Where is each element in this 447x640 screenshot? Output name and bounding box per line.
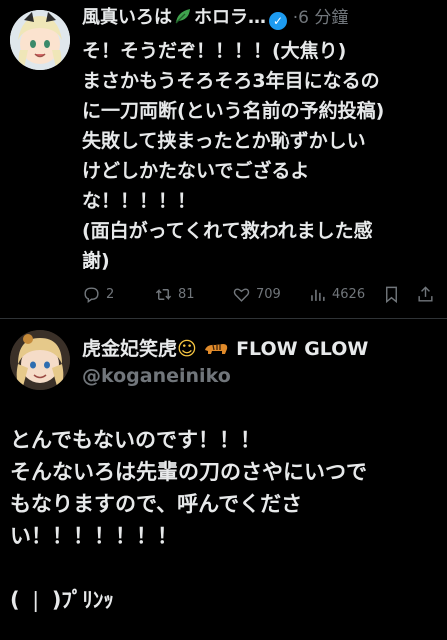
tweet-header: 風真いろは ホロラ… ✓ ·6 分鐘 — [82, 6, 444, 30]
tweet-line: けどしかたないでござるよ — [82, 160, 310, 182]
tweet-line: 謝) — [82, 250, 110, 272]
timestamp[interactable]: 6 分鐘 — [298, 8, 348, 28]
tweet-line: 失敗して挟まったとか恥ずかしい — [82, 130, 366, 152]
verified-badge-icon: ✓ — [269, 12, 287, 30]
author-name-suffix[interactable]: ホロラ… — [194, 7, 266, 28]
tiger-icon — [205, 344, 228, 354]
author-name[interactable]: 風真いろは — [82, 7, 172, 28]
retweet-count: 81 — [178, 286, 195, 302]
tweet[interactable]: 風真いろは ホロラ… ✓ ·6 分鐘 そ！そうだぞ！！！！(大焦り) まさかもうそろ… — [0, 0, 447, 318]
views-button[interactable]: 4626 — [308, 282, 365, 306]
quoted-line: い！！！！！！！ — [10, 524, 178, 548]
bookmark-button[interactable] — [382, 282, 401, 306]
reply-button[interactable]: 2 — [82, 282, 114, 306]
quoted-text: とんでもないのです！！！ そんないろは先輩の刀のさやにいつで もなりますので、呼… — [10, 424, 440, 616]
divider — [0, 318, 447, 319]
tweet-line: (面白がってくれて救われました感 — [82, 220, 373, 242]
views-count: 4626 — [332, 286, 366, 302]
tweet-text: そ！そうだぞ！！！！(大焦り) まさかもうそろそろ3年目になるの に一刀両断(と… — [82, 36, 442, 276]
retweet-icon — [155, 288, 172, 300]
quoted-line: とんでもないのです！！！ — [10, 428, 261, 452]
views-icon — [311, 289, 325, 301]
leaf-icon — [174, 7, 192, 30]
bookmark-icon — [386, 286, 397, 303]
avatar-image — [10, 330, 70, 390]
quoted-line: そんないろは先輩の刀のさやにいつで — [10, 460, 367, 484]
quoted-author-name[interactable]: 虎金妃笑虎 — [82, 338, 177, 360]
tweet-line: そ！そうだぞ！！！！(大焦り) — [82, 40, 347, 62]
reply-icon — [84, 286, 99, 303]
quoted-author-name-row: 虎金妃笑虎☺ FLOW GLOW — [82, 336, 442, 362]
avatar-image — [10, 10, 70, 70]
smile-emoji-icon: ☺ — [177, 338, 197, 360]
avatar[interactable] — [10, 330, 70, 390]
reply-count: 2 — [106, 286, 115, 302]
avatar[interactable] — [10, 10, 70, 70]
quoted-author-handle[interactable]: @koganeiniko — [82, 364, 231, 388]
like-count: 709 — [256, 286, 281, 302]
share-icon — [418, 285, 433, 302]
share-button[interactable] — [416, 282, 435, 306]
tweet-line: に一刀両断(という名前の予約投稿) — [82, 100, 385, 122]
retweet-button[interactable]: 81 — [154, 282, 195, 306]
action-bar: 2 81 709 4626 — [82, 282, 440, 306]
quoted-closing-line: ( ❘ )ﾌﾟﾘﾝｯ — [10, 588, 114, 612]
tweet-line: な！！！！！ — [82, 190, 197, 212]
like-button[interactable]: 709 — [232, 282, 281, 306]
quoted-author-name-suffix[interactable]: FLOW GLOW — [236, 338, 368, 360]
tweet-line: まさかもうそろそろ3年目になるの — [82, 70, 380, 92]
quoted-line: もなりますので、呼んでくださ — [10, 492, 303, 516]
like-icon — [233, 287, 250, 302]
